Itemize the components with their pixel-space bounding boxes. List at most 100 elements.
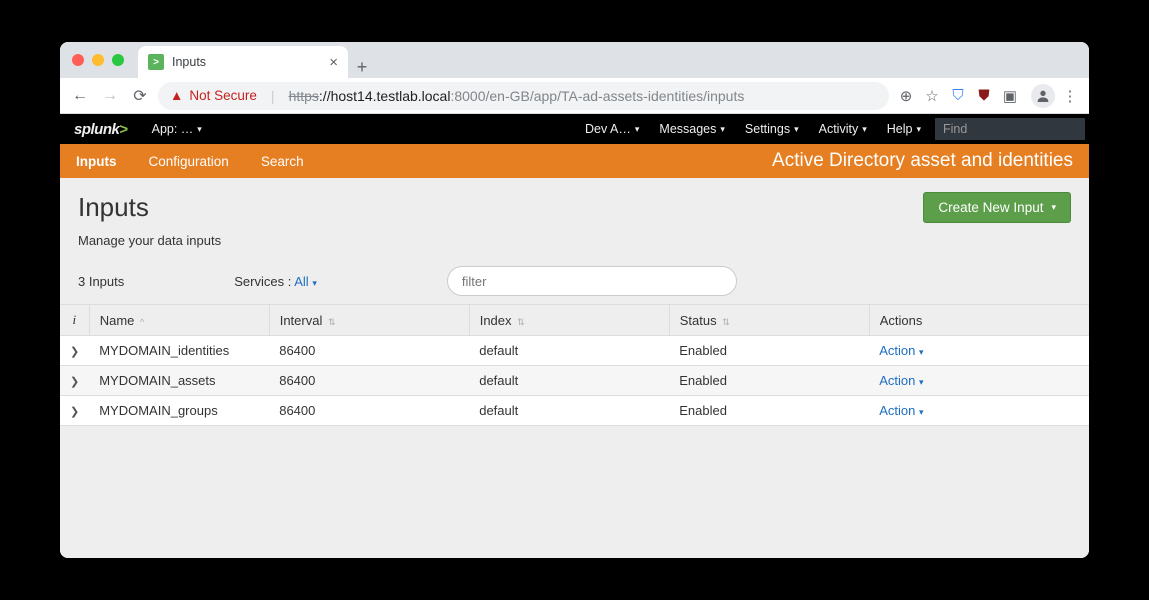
nav-configuration[interactable]: Configuration	[133, 144, 245, 178]
nav-search[interactable]: Search	[245, 144, 320, 178]
page-header: Inputs Manage your data inputs Create Ne…	[60, 178, 1089, 256]
browser-tab[interactable]: > Inputs ×	[138, 46, 348, 78]
col-status[interactable]: Status ⇅	[669, 305, 869, 336]
help-label: Help	[887, 122, 913, 136]
services-value[interactable]: All ▾	[294, 274, 317, 289]
user-icon	[1035, 88, 1051, 104]
tab-title: Inputs	[172, 55, 321, 69]
find-input[interactable]: Find	[935, 118, 1085, 140]
dev-menu[interactable]: Dev A… ▾	[575, 114, 649, 144]
app-switcher[interactable]: App: … ▾	[142, 114, 212, 144]
url-scheme: https	[289, 88, 319, 104]
col-interval[interactable]: Interval ⇅	[269, 305, 469, 336]
create-new-input-button[interactable]: Create New Input ▾	[923, 192, 1071, 223]
col-index[interactable]: Index ⇅	[469, 305, 669, 336]
forward-button[interactable]: →	[98, 84, 122, 108]
services-label: Services :	[234, 274, 291, 289]
extension-shield-icon[interactable]: ⛉	[947, 85, 969, 107]
col-expand: i	[60, 305, 89, 336]
url-text: https://host14.testlab.local:8000/en-GB/…	[289, 88, 745, 104]
activity-label: Activity	[819, 122, 859, 136]
app-title: Active Directory asset and identities	[772, 150, 1089, 172]
settings-label: Settings	[745, 122, 790, 136]
splunk-top-bar: splunk> App: … ▾ Dev A… ▾ Messages ▾ Setti…	[60, 114, 1089, 144]
extension-box-icon[interactable]: ▣	[999, 85, 1021, 107]
app-nav-bar: Inputs Configuration Search Active Direc…	[60, 144, 1089, 178]
cell-status: Enabled	[669, 396, 869, 426]
table-row: ❯MYDOMAIN_identities86400defaultEnabledA…	[60, 336, 1089, 366]
url-host: ://host14.testlab.local	[319, 88, 451, 104]
window-controls	[72, 42, 138, 78]
app-label: App: …	[152, 122, 194, 136]
activity-menu[interactable]: Activity▾	[809, 114, 877, 144]
chevron-down-icon: ▾	[919, 407, 924, 417]
browser-window: > Inputs × + ← → ⟳ ▲ Not Secure | https:…	[60, 42, 1089, 558]
dev-label: Dev A…	[585, 122, 631, 136]
table-toolbar: 3 Inputs Services : All ▾	[60, 256, 1089, 304]
table-row: ❯MYDOMAIN_assets86400defaultEnabledActio…	[60, 366, 1089, 396]
tab-favicon: >	[148, 54, 164, 70]
new-tab-button[interactable]: +	[348, 57, 376, 78]
browser-toolbar: ← → ⟳ ▲ Not Secure | https://host14.test…	[60, 78, 1089, 114]
expand-row-icon[interactable]: ❯	[70, 346, 79, 358]
help-menu[interactable]: Help▾	[877, 114, 931, 144]
reload-button[interactable]: ⟳	[128, 84, 152, 108]
chevron-down-icon: ▾	[919, 377, 924, 387]
expand-row-icon[interactable]: ❯	[70, 376, 79, 388]
not-secure-badge[interactable]: ▲ Not Secure	[170, 88, 257, 103]
close-window-button[interactable]	[72, 54, 84, 66]
maximize-window-button[interactable]	[112, 54, 124, 66]
row-action-menu[interactable]: Action ▾	[879, 343, 923, 358]
cell-interval: 86400	[269, 396, 469, 426]
close-tab-icon[interactable]: ×	[329, 54, 338, 71]
messages-label: Messages	[659, 122, 716, 136]
settings-menu[interactable]: Settings ▾	[735, 114, 809, 144]
not-secure-label: Not Secure	[189, 88, 257, 103]
kebab-menu-icon[interactable]: ⋮	[1059, 85, 1081, 107]
back-button[interactable]: ←	[68, 84, 92, 108]
input-count: 3 Inputs	[78, 274, 124, 289]
filter-input[interactable]	[447, 266, 737, 296]
chevron-down-icon: ▾	[635, 124, 640, 135]
find-placeholder: Find	[943, 122, 967, 136]
chevron-down-icon: ▾	[794, 124, 799, 135]
extension-ublock-icon[interactable]: ⛊	[973, 85, 995, 107]
separator: |	[271, 88, 275, 104]
chevron-down-icon: ▾	[916, 124, 921, 135]
url-path: :8000/en-GB/app/TA-ad-assets-identities/…	[450, 88, 744, 104]
create-btn-label: Create New Input	[938, 200, 1043, 215]
cell-interval: 86400	[269, 336, 469, 366]
warning-icon: ▲	[170, 88, 183, 103]
address-bar[interactable]: ▲ Not Secure | https://host14.testlab.lo…	[158, 82, 889, 110]
toolbar-actions: ⊕ ☆ ⛉ ⛊ ▣ ⋮	[895, 84, 1081, 108]
sort-asc-icon: ^	[140, 317, 144, 327]
expand-row-icon[interactable]: ❯	[70, 406, 79, 418]
nav-inputs[interactable]: Inputs	[60, 144, 133, 178]
bookmark-star-icon[interactable]: ☆	[921, 85, 943, 107]
chevron-down-icon: ▾	[1051, 202, 1056, 213]
row-action-menu[interactable]: Action ▾	[879, 403, 923, 418]
sort-icon: ⇅	[328, 317, 336, 327]
sort-icon: ⇅	[722, 317, 730, 327]
profile-avatar[interactable]	[1031, 84, 1055, 108]
row-action-menu[interactable]: Action ▾	[879, 373, 923, 388]
table-header-row: i Name ^ Interval ⇅ Index ⇅ Status ⇅ Act…	[60, 305, 1089, 336]
services-filter[interactable]: Services : All ▾	[234, 274, 317, 289]
minimize-window-button[interactable]	[92, 54, 104, 66]
page-subtitle: Manage your data inputs	[78, 233, 923, 248]
chevron-down-icon: ▾	[720, 124, 725, 135]
cell-interval: 86400	[269, 366, 469, 396]
chevron-down-icon: ▾	[862, 124, 867, 135]
cell-status: Enabled	[669, 366, 869, 396]
col-name[interactable]: Name ^	[89, 305, 269, 336]
cell-name: MYDOMAIN_groups	[89, 396, 269, 426]
messages-menu[interactable]: Messages ▾	[649, 114, 735, 144]
zoom-icon[interactable]: ⊕	[895, 85, 917, 107]
splunk-logo[interactable]: splunk>	[60, 121, 142, 138]
col-actions: Actions	[869, 305, 1089, 336]
browser-tab-strip: > Inputs × +	[60, 42, 1089, 78]
chevron-down-icon: ▾	[312, 278, 317, 288]
cell-status: Enabled	[669, 336, 869, 366]
cell-index: default	[469, 366, 669, 396]
inputs-table: i Name ^ Interval ⇅ Index ⇅ Status ⇅ Act…	[60, 304, 1089, 426]
